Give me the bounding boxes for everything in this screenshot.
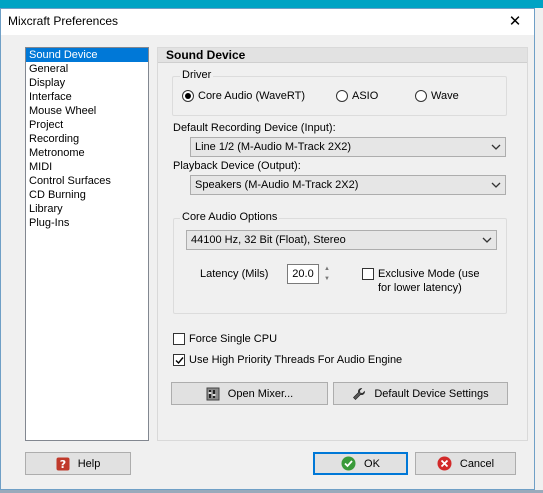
high-priority-threads-checkbox[interactable]: Use High Priority Threads For Audio Engi… (173, 353, 402, 367)
default-device-settings-button[interactable]: Default Device Settings (333, 382, 508, 405)
nav-item-display[interactable]: Display (26, 76, 148, 90)
latency-input[interactable]: 20.0 (287, 264, 319, 284)
exclusive-mode-label: Exclusive Mode (use for lower latency) (378, 268, 480, 294)
help-label: Help (77, 457, 101, 470)
radio-wave-label: Wave (431, 90, 459, 102)
nav-item-metronome[interactable]: Metronome (26, 146, 148, 160)
cancel-circle-icon (437, 456, 452, 471)
recording-device-label: Default Recording Device (Input): (173, 122, 336, 134)
nav-item-general[interactable]: General (26, 62, 148, 76)
radio-core-audio[interactable]: Core Audio (WaveRT) (182, 90, 305, 102)
playback-device-select[interactable]: Speakers (M-Audio M-Track 2X2) (190, 175, 506, 195)
help-button[interactable]: ? Help (25, 452, 131, 475)
chevron-down-icon (491, 144, 501, 150)
preferences-category-list[interactable]: Sound Device General Display Interface M… (25, 47, 149, 441)
window-title: Mixcraft Preferences (8, 14, 119, 28)
radio-core-audio-label: Core Audio (WaveRT) (198, 90, 305, 102)
high-priority-threads-label: Use High Priority Threads For Audio Engi… (189, 354, 403, 366)
nav-item-sound-device[interactable]: Sound Device (26, 48, 148, 62)
question-icon: ? (56, 457, 70, 471)
nav-item-plug-ins[interactable]: Plug-Ins (26, 216, 148, 230)
recording-device-value: Line 1/2 (M-Audio M-Track 2X2) (195, 141, 352, 153)
force-single-cpu-checkbox[interactable]: Force Single CPU (173, 332, 277, 346)
nav-item-mouse-wheel[interactable]: Mouse Wheel (26, 104, 148, 118)
nav-item-library[interactable]: Library (26, 202, 148, 216)
audio-format-value: 44100 Hz, 32 Bit (Float), Stereo (191, 234, 346, 246)
close-button[interactable]: ✕ (502, 10, 528, 32)
nav-item-control-surfaces[interactable]: Control Surfaces (26, 174, 148, 188)
preferences-dialog: Mixcraft Preferences ✕ Sound Device Gene… (0, 8, 535, 490)
exclusive-mode-box (362, 268, 374, 280)
panel-title: Sound Device (166, 48, 246, 62)
nav-item-cd-burning[interactable]: CD Burning (26, 188, 148, 202)
recording-device-select[interactable]: Line 1/2 (M-Audio M-Track 2X2) (190, 137, 506, 157)
radio-wave[interactable]: Wave (415, 90, 459, 102)
cancel-label: Cancel (459, 457, 495, 470)
driver-group-label: Driver (180, 69, 214, 82)
title-bar: Mixcraft Preferences ✕ (1, 9, 534, 35)
sound-device-panel: Sound Device Driver Core Audio (WaveRT) … (157, 47, 528, 441)
spin-down-icon[interactable]: ▼ (321, 274, 333, 284)
open-mixer-button[interactable]: Open Mixer... (171, 382, 328, 405)
playback-device-value: Speakers (M-Audio M-Track 2X2) (195, 179, 359, 191)
svg-text:?: ? (59, 458, 65, 471)
spin-up-icon[interactable]: ▲ (321, 264, 333, 274)
panel-header: Sound Device (158, 48, 527, 63)
latency-label: Latency (Mils) (200, 268, 269, 280)
latency-spin-buttons: ▲ ▼ (321, 264, 333, 284)
nav-item-midi[interactable]: MIDI (26, 160, 148, 174)
open-mixer-label: Open Mixer... (227, 387, 294, 400)
radio-asio[interactable]: ASIO (336, 90, 378, 102)
force-single-cpu-box (173, 333, 185, 345)
cancel-button[interactable]: Cancel (415, 452, 516, 475)
nav-item-project[interactable]: Project (26, 118, 148, 132)
radio-asio-label: ASIO (352, 90, 379, 102)
radio-wave-indicator (415, 90, 427, 102)
chevron-down-icon (482, 237, 492, 243)
checkmark-icon (175, 357, 184, 365)
playback-device-label: Playback Device (Output): (173, 160, 301, 172)
audio-format-select[interactable]: 44100 Hz, 32 Bit (Float), Stereo (186, 230, 497, 250)
force-single-cpu-label: Force Single CPU (189, 333, 278, 345)
high-priority-threads-box (173, 354, 185, 366)
chevron-down-icon (491, 182, 501, 188)
latency-spinner[interactable]: 20.0 ▲ ▼ (287, 264, 334, 284)
ok-label: OK (364, 457, 380, 470)
nav-item-interface[interactable]: Interface (26, 90, 148, 104)
host-app-backdrop (0, 0, 543, 8)
radio-asio-indicator (336, 90, 348, 102)
core-audio-options-label: Core Audio Options (180, 211, 280, 224)
ok-button[interactable]: OK (313, 452, 408, 475)
checkmark-circle-icon (341, 456, 356, 471)
default-device-settings-label: Default Device Settings (374, 387, 489, 400)
wrench-icon (352, 387, 366, 401)
exclusive-mode-checkbox[interactable]: Exclusive Mode (use for lower latency) (362, 267, 494, 295)
nav-item-recording[interactable]: Recording (26, 132, 148, 146)
mixer-icon (206, 387, 220, 401)
radio-core-audio-indicator (182, 90, 194, 102)
